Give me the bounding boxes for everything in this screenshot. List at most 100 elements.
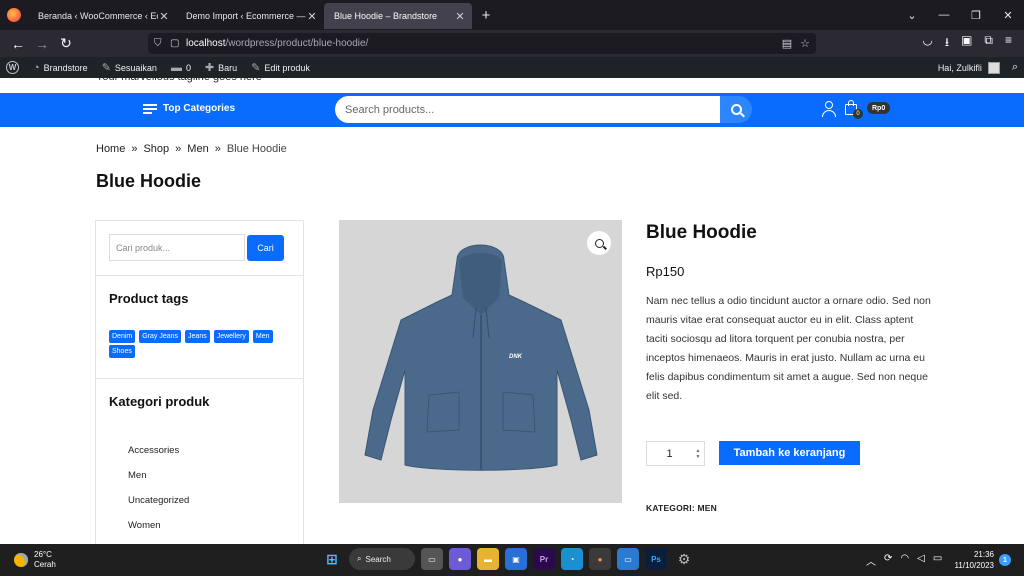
close-icon[interactable]: ✕ (158, 10, 170, 23)
tag-denim[interactable]: Denim (109, 330, 136, 343)
volume-icon[interactable]: ◁ (917, 553, 925, 568)
chevron-down-icon[interactable]: ⌄ (896, 9, 928, 22)
breadcrumb-separator-icon: » (131, 143, 138, 155)
wifi-icon[interactable]: ◠ (900, 553, 909, 568)
menu-lines-icon (143, 103, 157, 114)
minimize-icon[interactable]: — (928, 9, 960, 21)
product-category: KATEGORI: MEN (646, 503, 717, 513)
file-explorer-icon[interactable]: ▬ (477, 548, 499, 570)
pocket-icon[interactable]: ◡ (922, 33, 932, 54)
breadcrumb-separator-icon: » (214, 143, 221, 155)
sync-icon[interactable]: ⟳ (884, 553, 892, 568)
product-image[interactable]: DNK (339, 220, 622, 503)
category-item-uncategorized[interactable]: Uncategorized (128, 495, 189, 520)
tab-2[interactable]: Demo Import ‹ Ecommerce — Wor ✕ (176, 3, 324, 29)
search-button[interactable] (720, 96, 752, 123)
breadcrumb-home[interactable]: Home (96, 143, 125, 155)
close-icon[interactable]: ✕ (306, 10, 318, 23)
divider (96, 275, 303, 276)
shield-icon[interactable]: ⛉ (154, 38, 170, 49)
taskbar-search[interactable]: ⌕ Search (349, 548, 415, 570)
windows-start-icon[interactable]: ⊞ (321, 548, 343, 570)
tag-men[interactable]: Men (252, 330, 273, 343)
wp-logo-menu[interactable]: W (6, 61, 19, 74)
cart-count-badge: 0 (853, 109, 863, 119)
photoshop-icon[interactable]: Ps (645, 548, 667, 570)
breadcrumb-men[interactable]: Men (187, 143, 208, 155)
weather-widget[interactable]: 26°C Cerah (14, 550, 56, 570)
sidebar-search-input[interactable]: Cari produk... (109, 234, 245, 261)
close-icon[interactable]: ✕ (454, 10, 466, 23)
product-description: Nam nec tellus a odio tincidunt auctor a… (646, 295, 931, 402)
reload-icon[interactable]: ↻ (54, 35, 78, 52)
quantity-value[interactable]: 1 (647, 448, 692, 460)
firefox-taskbar-icon[interactable]: ● (589, 548, 611, 570)
task-view-icon[interactable]: ▭ (421, 548, 443, 570)
reader-view-icon[interactable]: ▤ (782, 37, 792, 50)
category-link[interactable]: MEN (697, 503, 717, 513)
download-icon[interactable]: ⭳ (945, 33, 949, 54)
bookmark-star-icon[interactable]: ☆ (800, 37, 810, 50)
time: 21:36 (973, 550, 994, 559)
settings-gear-icon[interactable]: ⚙ (673, 548, 695, 570)
toolbar-icons: ◡ ⭳ ▣ ⧉ ≡ (922, 33, 1018, 54)
screen-icon[interactable]: ▭ (617, 548, 639, 570)
sidebar-search-button[interactable]: Cari (247, 235, 284, 261)
add-to-cart-button[interactable]: Tambah ke keranjang (719, 441, 860, 465)
forward-icon[interactable]: → (30, 36, 54, 52)
hoodie-illustration: DNK (364, 244, 598, 471)
page-info-icon[interactable]: ▢ (170, 38, 186, 49)
tag-jeans[interactable]: Jeans (185, 330, 210, 343)
premiere-pro-icon[interactable]: Pr (533, 548, 555, 570)
close-window-icon[interactable]: ✕ (992, 9, 1024, 22)
address-bar[interactable]: ⛉ ▢ localhost/wordpress/product/blue-hoo… (148, 33, 816, 54)
header-bar: Top Categories Search products... 0 Rp0 (0, 93, 1024, 127)
sidebar: Cari produk... Cari Product tags Denim G… (95, 220, 304, 550)
store-icon[interactable]: ▣ (505, 548, 527, 570)
chevron-up-icon[interactable]: ︿ (866, 553, 876, 568)
account-greeting[interactable]: Hai, Zulkifli (938, 63, 982, 73)
extensions-puzzle-icon[interactable]: ⧉ (984, 33, 993, 54)
avatar[interactable] (987, 61, 1000, 74)
product-search-input[interactable]: Search products... (335, 96, 720, 123)
user-account-icon[interactable] (822, 101, 836, 117)
tab-3-active[interactable]: Blue Hoodie – Brandstore ✕ (324, 3, 472, 29)
firefox-icon[interactable] (0, 0, 28, 30)
browser-navigation-bar: ← → ↻ ⛉ ▢ localhost/wordpress/product/bl… (0, 30, 1024, 57)
breadcrumb-separator-icon: » (175, 143, 182, 155)
product-title: Blue Hoodie (646, 222, 757, 243)
cart-total-badge[interactable]: Rp0 (867, 102, 891, 114)
temperature: 26°C (34, 550, 52, 559)
category-item-women[interactable]: Women (128, 520, 189, 545)
menu-icon[interactable]: ≡ (1005, 33, 1012, 54)
clock[interactable]: 21:36 11/10/2023 (952, 549, 994, 571)
search-icon[interactable]: ⌕ (1012, 61, 1018, 74)
edge-icon[interactable]: ◔ (561, 548, 583, 570)
spinner-arrows-icon[interactable]: ▲ ▼ (692, 448, 704, 460)
search-label: Search (365, 554, 391, 564)
category-item-accessories[interactable]: Accessories (128, 445, 189, 470)
url-host: localhost (186, 38, 226, 49)
tag-gray-jeans[interactable]: Gray Jeans (139, 330, 182, 343)
back-icon[interactable]: ← (6, 36, 30, 52)
top-categories-button[interactable]: Top Categories (143, 103, 235, 114)
new-tab-icon[interactable]: + (472, 7, 500, 24)
tag-shoes[interactable]: Shoes (109, 345, 135, 358)
page-title: Blue Hoodie (96, 171, 202, 191)
tag-jewellery[interactable]: Jewellery (213, 330, 249, 343)
extension-icon[interactable]: ▣ (961, 33, 972, 54)
breadcrumb-shop[interactable]: Shop (143, 143, 169, 155)
tab-title: Beranda ‹ WooCommerce ‹ Ecomm (38, 11, 158, 21)
category-label: KATEGORI: (646, 503, 695, 513)
category-item-men[interactable]: Men (128, 470, 189, 495)
restore-icon[interactable]: ❐ (960, 9, 992, 22)
zoom-icon[interactable] (587, 231, 611, 255)
teams-chat-icon[interactable]: ● (449, 548, 471, 570)
breadcrumb-current: Blue Hoodie (226, 143, 287, 155)
wordpress-icon: W (6, 61, 19, 74)
battery-icon[interactable]: ▭ (933, 553, 942, 568)
notification-badge[interactable]: 1 (999, 554, 1011, 566)
tab-1[interactable]: Beranda ‹ WooCommerce ‹ Ecomm ✕ (28, 3, 176, 29)
quantity-stepper[interactable]: 1 ▲ ▼ (646, 441, 705, 466)
site-name-menu[interactable]: ◔ Brandstore (33, 62, 88, 74)
